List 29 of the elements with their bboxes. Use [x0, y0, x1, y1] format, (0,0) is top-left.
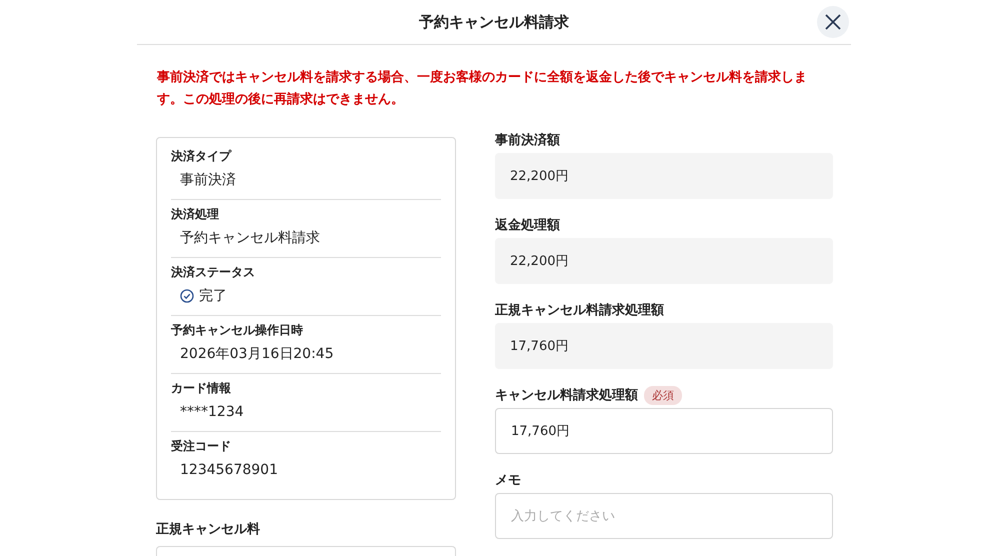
field-label: キャンセル料請求処理額	[495, 386, 638, 404]
field-label: 決済ステータス	[171, 264, 256, 281]
input-field[interactable]: 17,760円	[495, 408, 833, 454]
field-value: ****1234	[180, 403, 244, 422]
amount-display: 22,200円	[495, 238, 833, 284]
close-icon	[824, 13, 842, 31]
amount-display: 22,200円	[495, 153, 833, 199]
dialog-title: 予約キャンセル料請求	[419, 12, 569, 32]
field-label: 返金処理額	[495, 216, 560, 234]
field-value: 予約キャンセル料請求	[180, 229, 320, 248]
check-circle-icon	[180, 289, 194, 303]
field-value: 2026年03月16日20:45	[180, 345, 334, 364]
close-button[interactable]	[817, 6, 849, 38]
field-label: 決済タイプ	[171, 148, 232, 165]
section-label: 正規キャンセル料	[156, 521, 261, 538]
field-label: カード情報	[171, 380, 232, 397]
field-label: 受注コード	[171, 438, 232, 455]
field-label: 予約キャンセル操作日時	[171, 322, 304, 339]
field-label: 決済処理	[171, 206, 220, 223]
field-value: 事前決済	[180, 171, 236, 190]
field-label: メモ	[495, 472, 521, 489]
field-value: 12345678901	[180, 461, 278, 480]
required-badge: 必須	[644, 386, 682, 404]
input-field[interactable]: 入力してください	[495, 493, 833, 539]
field-label: 事前決済額	[495, 132, 560, 149]
amount-display: 17,760円	[495, 323, 833, 369]
field-label: 正規キャンセル料請求処理額	[495, 302, 664, 319]
field-value: 完了	[199, 287, 227, 306]
warning-message: 事前決済ではキャンセル料を請求する場合、一度お客様のカードに全額を返金した後でキャンセル料を請求します。この処理の後に再請求はできません。	[157, 68, 808, 109]
